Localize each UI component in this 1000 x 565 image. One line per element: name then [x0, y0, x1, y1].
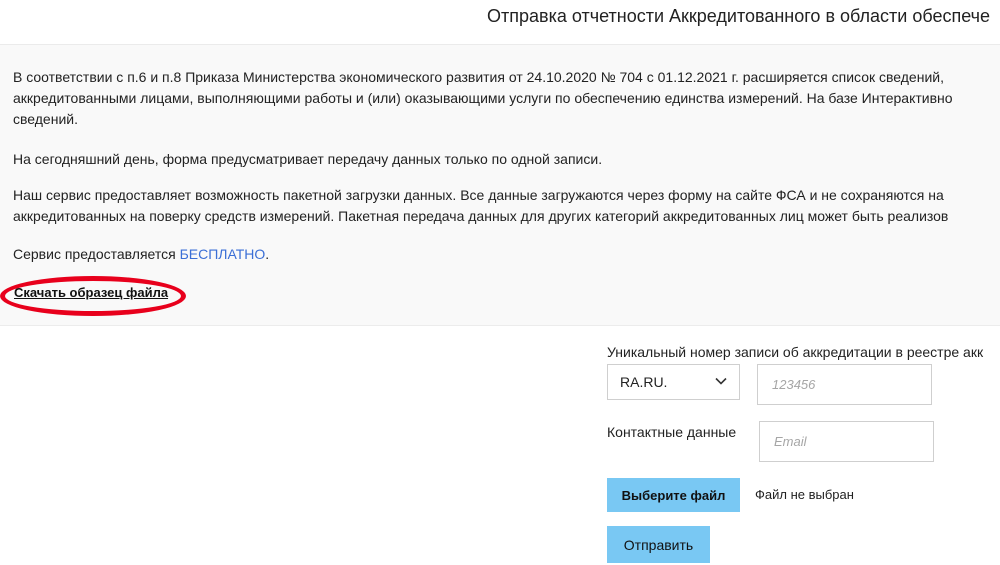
- page-title: Отправка отчетности Аккредитованного в о…: [487, 6, 991, 26]
- page-header: Отправка отчетности Аккредитованного в о…: [0, 0, 1000, 45]
- service-free-prefix: Сервис предоставляется: [13, 246, 180, 262]
- highlight-oval: [0, 276, 186, 316]
- choose-file-button[interactable]: Выберите файл: [607, 478, 740, 512]
- batch-paragraph-line-1: Наш сервис предоставляет возможность пак…: [13, 187, 944, 203]
- registry-number-input[interactable]: [757, 364, 932, 405]
- service-free-note: Сервис предоставляется БЕСПЛАТНО.: [13, 244, 269, 265]
- batch-paragraph-line-2: аккредитованных на поверку средств измер…: [13, 208, 949, 224]
- free-label: БЕСПЛАТНО: [179, 246, 266, 262]
- email-field[interactable]: [759, 421, 934, 462]
- single-record-note: На сегодняшний день, форма предусматрива…: [13, 151, 603, 167]
- info-paragraph-line-3: сведений.: [13, 111, 78, 127]
- submit-button[interactable]: Отправить: [607, 526, 710, 563]
- registry-prefix-select[interactable]: RA.RU.: [607, 364, 740, 400]
- info-paragraph-line-1: В соответствии с п.6 и п.8 Приказа Минис…: [13, 69, 944, 85]
- form-section: Уникальный номер записи об аккредитации …: [0, 326, 1000, 565]
- info-paragraph-line-2: аккредитованными лицами, выполняющими ра…: [13, 90, 953, 106]
- registry-prefix-value: RA.RU.: [620, 374, 668, 390]
- registry-number-label: Уникальный номер записи об аккредитации …: [607, 344, 984, 360]
- service-free-suffix: .: [265, 246, 270, 262]
- contact-label: Контактные данные: [607, 424, 737, 440]
- info-section: В соответствии с п.6 и п.8 Приказа Минис…: [0, 45, 1000, 326]
- chevron-down-icon: [715, 377, 727, 385]
- file-status-text: Файл не выбран: [755, 487, 854, 502]
